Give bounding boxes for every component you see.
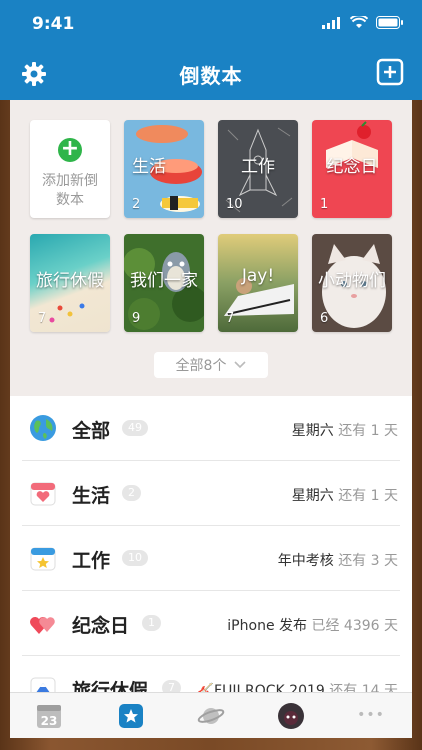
list-row-work[interactable]: 工作 10 年中考核 还有 3 天: [10, 526, 412, 591]
row-name: 全部: [72, 420, 111, 442]
mountain-icon: [30, 677, 56, 692]
signal-icon: [322, 16, 340, 29]
list-row-travel[interactable]: 旅行休假 7 🎸FUJI ROCK 2019 还有 14 天: [10, 656, 412, 692]
tile-count: 7: [226, 311, 235, 326]
row-event: 星期六: [291, 423, 334, 439]
planet-tab-icon[interactable]: [196, 701, 226, 731]
plus-circle-icon: +: [58, 138, 82, 162]
category-tile-jay[interactable]: Jay! 7: [218, 234, 298, 332]
tab-bar: 23 •••: [10, 692, 412, 738]
hearts-icon: [30, 617, 55, 634]
wifi-icon: [350, 16, 368, 28]
row-remaining: 还有 3 天: [338, 553, 398, 569]
countdown-book-list: 全部 49 星期六 还有 1 天 生活 2 星期六 还有 1 天 工作 10 年…: [10, 396, 412, 692]
tile-label: 我们一家: [130, 271, 198, 291]
row-remaining: 还有 1 天: [338, 488, 398, 504]
row-badge: 2: [122, 485, 141, 501]
tile-count: 10: [226, 197, 243, 212]
show-all-dropdown[interactable]: 全部8个: [154, 352, 268, 378]
row-badge: 10: [122, 550, 148, 566]
plus-square-icon[interactable]: [376, 58, 404, 86]
tile-count: 7: [38, 311, 47, 326]
calendar-tab-icon[interactable]: 23: [34, 701, 64, 731]
calendar-star-icon: [30, 547, 56, 571]
battery-icon: [376, 16, 403, 29]
list-row-all[interactable]: 全部 49 星期六 还有 1 天: [10, 396, 412, 461]
row-event: 🎸FUJI ROCK 2019: [196, 683, 325, 692]
row-status: 年中考核 还有 3 天: [278, 550, 398, 570]
row-badge: 49: [122, 420, 148, 436]
status-icons: [322, 16, 404, 29]
status-bar: 9:41: [0, 0, 422, 48]
tile-label: 生活: [132, 157, 166, 177]
add-countdown-book-button[interactable]: + 添加新倒数本: [30, 120, 110, 218]
category-tile-life[interactable]: 生活 2: [124, 120, 204, 218]
row-remaining: 已经 4396 天: [311, 618, 398, 634]
tile-label: 小动物们: [318, 271, 386, 291]
category-panel: + 添加新倒数本 生活 2 工作 10 纪念日 1 旅行休假 7 我们一家 9 …: [10, 100, 412, 396]
row-name: 工作: [72, 550, 111, 572]
status-time: 9:41: [32, 14, 75, 34]
tile-label: Jay!: [241, 266, 275, 286]
chevron-down-icon: [234, 361, 247, 369]
tile-label: 旅行休假: [36, 271, 104, 291]
row-badge: 7: [162, 680, 181, 692]
row-remaining: 还有 1 天: [338, 423, 398, 439]
tile-count: 6: [320, 311, 329, 326]
row-name: 纪念日: [72, 615, 130, 637]
list-row-life[interactable]: 生活 2 星期六 还有 1 天: [10, 461, 412, 526]
row-name: 生活: [72, 485, 111, 507]
tile-count: 9: [132, 311, 141, 326]
tile-label: 工作: [241, 157, 275, 177]
calendar-heart-icon: [30, 482, 56, 506]
nav-bar: 倒数本: [0, 48, 422, 100]
row-status: 🎸FUJI ROCK 2019 还有 14 天: [197, 680, 398, 692]
tile-count: 2: [132, 197, 141, 212]
row-event: 星期六: [291, 488, 334, 504]
avatar-tab-icon[interactable]: [276, 701, 306, 731]
globe-icon: [30, 415, 56, 441]
row-name: 旅行休假: [72, 680, 149, 692]
countdown-tab-icon[interactable]: [116, 701, 146, 731]
row-remaining: 还有 14 天: [329, 683, 398, 692]
more-tab-icon[interactable]: •••: [356, 701, 386, 731]
category-tile-animals[interactable]: 小动物们 6: [312, 234, 392, 332]
row-badge: 1: [142, 615, 161, 631]
row-status: iPhone 发布 已经 4396 天: [227, 615, 398, 635]
row-status: 星期六 还有 1 天: [292, 485, 398, 505]
category-tile-work[interactable]: 工作 10: [218, 120, 298, 218]
row-event: iPhone 发布: [227, 618, 308, 634]
category-tile-travel[interactable]: 旅行休假 7: [30, 234, 110, 332]
row-status: 星期六 还有 1 天: [292, 420, 398, 440]
category-tile-family[interactable]: 我们一家 9: [124, 234, 204, 332]
tile-label: 纪念日: [326, 157, 378, 177]
page-title: 倒数本: [179, 64, 243, 88]
row-event: 年中考核: [277, 553, 334, 569]
list-row-anniversary[interactable]: 纪念日 1 iPhone 发布 已经 4396 天: [10, 591, 412, 656]
add-tile-label: 添加新倒数本: [42, 173, 98, 208]
calendar-tab-label: 23: [41, 714, 58, 728]
show-all-label: 全部8个: [175, 358, 227, 374]
tile-count: 1: [320, 197, 329, 212]
category-tile-anniversary[interactable]: 纪念日 1: [312, 120, 392, 218]
